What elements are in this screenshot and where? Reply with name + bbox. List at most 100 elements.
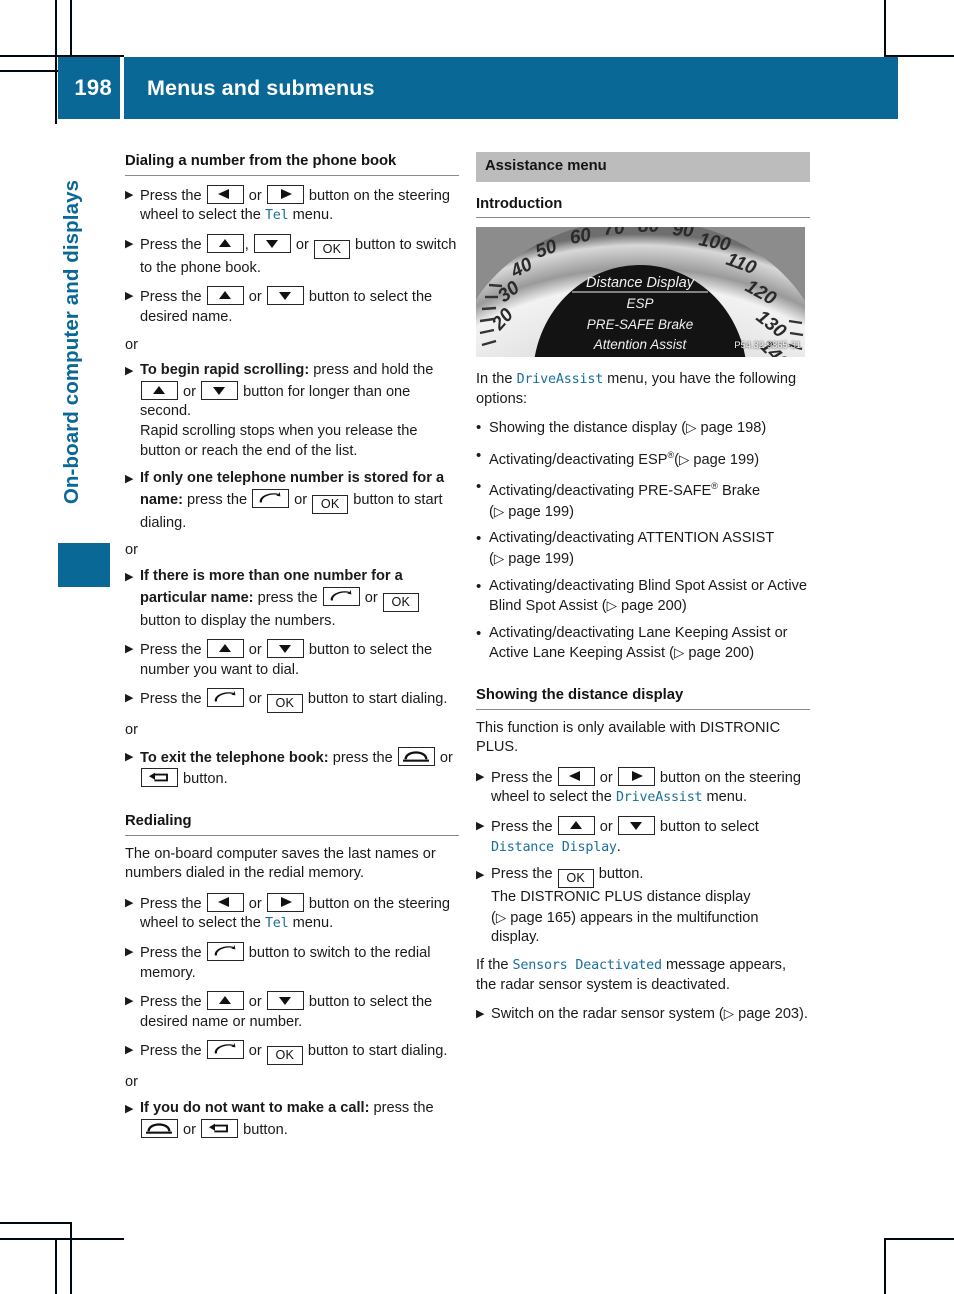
page-reference: (▷ page 199) <box>674 451 760 468</box>
instruction-step: ▶ Press the or OK button to start dialing… <box>125 688 459 714</box>
step-marker-icon: ▶ <box>125 946 134 959</box>
step-marker-icon: ▶ <box>125 1103 134 1115</box>
step-marker-icon: ▶ <box>125 1044 134 1057</box>
instruction-step: ▶ Press the , or OK button to switch to t… <box>125 233 459 279</box>
list-item-text: Activating/deactivating Lane Keeping Ass… <box>489 624 788 662</box>
steps-dialing: ▶ Press the or button on the steering whe… <box>125 184 459 328</box>
step-marker-icon: ▶ <box>476 820 485 832</box>
emphasis-text: If only one telephone number is stored f… <box>140 470 445 508</box>
display-text: DriveAssist <box>516 372 604 388</box>
bullet-icon: • <box>476 478 482 496</box>
step-text: Switch on the radar sensor system (▷ pag… <box>491 1006 808 1023</box>
section-heading-dialing: Dialing a number from the phone book <box>125 152 459 176</box>
step-text: Press the button to switch to the redial… <box>140 942 459 983</box>
distance-display-intro: This function is only available with DIS… <box>476 719 781 756</box>
step-marker-icon: ▶ <box>476 770 485 783</box>
step-marker-icon: ▶ <box>125 570 134 583</box>
bullet-icon: • <box>476 530 482 548</box>
crop-mark-top-left-v <box>55 0 57 124</box>
step-text: Press the or button to select Distance D… <box>491 816 810 857</box>
instruction-step: ▶ Press the or OK button to start dialing… <box>125 1040 459 1066</box>
instruction-step: ▶ Press the or button to select the numbe… <box>125 639 459 680</box>
list-item-text: Activating/deactivating ATTENTION ASSIST… <box>489 530 774 568</box>
step-no-call: ▶ If you do not want to make a call: pres… <box>125 1099 459 1140</box>
page-number: 198 <box>58 57 120 119</box>
phone-handset-icon <box>206 688 244 708</box>
step-text: To exit the telephone book: press the or… <box>140 746 459 790</box>
figure-instrument-cluster-menu: 20 30 40 50 60 70 80 90 100 110 120 130 … <box>476 227 805 358</box>
step-text: Press the OK button. The DISTRONIC PLUS d… <box>491 865 810 948</box>
svg-text:80: 80 <box>638 227 660 237</box>
bullet-icon: • <box>476 446 482 464</box>
up-arrow-key-icon <box>141 380 178 400</box>
assistance-options-list: • Showing the distance display (▷ page 19… <box>476 418 810 664</box>
up-arrow-key-icon <box>206 233 244 253</box>
instruction-step: ▶ Press the or button on the steering whe… <box>125 892 459 934</box>
down-arrow-key-icon <box>201 380 239 400</box>
page-reference: (▷ page 200) <box>669 645 755 662</box>
bullet-icon: • <box>476 419 482 437</box>
down-arrow-key-icon <box>266 639 304 659</box>
crop-mark-bottom-right-h <box>884 1238 954 1240</box>
instruction-step: ▶ If only one telephone number is stored … <box>125 469 459 533</box>
ok-key-icon: OK <box>312 494 349 514</box>
bullet-icon: • <box>476 624 482 642</box>
crop-mark-bottom-left-v <box>55 1238 57 1294</box>
section-heading-redialing: Redialing <box>125 812 459 836</box>
emphasis-text: To exit the telephone book: <box>140 749 329 766</box>
page-reference: (▷ page 199) <box>489 551 574 568</box>
step-text: To begin rapid scrolling: press and hold… <box>140 361 459 461</box>
down-arrow-key-icon <box>253 233 291 253</box>
step-marker-icon: ▶ <box>125 995 134 1008</box>
list-item: • Activating/deactivating PRE-SAFE® Brake… <box>476 477 810 522</box>
up-arrow-key-icon <box>206 991 244 1011</box>
phone-hangup-icon <box>397 746 435 766</box>
up-arrow-key-icon <box>206 286 244 306</box>
emphasis-text: To begin rapid scrolling: <box>140 362 310 379</box>
step-text: If only one telephone number is stored f… <box>140 470 445 531</box>
right-arrow-key-icon <box>266 892 304 912</box>
crop-mark-bottom-left-h <box>0 1222 70 1224</box>
step-switch-on-radar: ▶ Switch on the radar sensor system (▷ pa… <box>476 1004 810 1025</box>
or-separator-1: or <box>125 336 138 353</box>
left-arrow-key-icon <box>206 892 244 912</box>
svg-text:70: 70 <box>603 227 626 240</box>
step-text: Press the or button to select the desire… <box>140 991 459 1032</box>
instruction-step: ▶ To begin rapid scrolling: press and hol… <box>125 361 459 461</box>
step-marker-icon: ▶ <box>125 188 134 201</box>
display-text: Tel <box>264 208 289 224</box>
crop-mark-bottom-left-v2 <box>70 1222 72 1294</box>
step-text: Press the or OK button to start dialing. <box>140 688 459 714</box>
instruction-step: ▶ Press the or button on the steering whe… <box>125 184 459 226</box>
list-item-text: Activating/deactivating ESP®(▷ page 199) <box>489 449 760 468</box>
section-heading-introduction: Introduction <box>476 195 810 219</box>
instruction-step: ▶ Press the or button to select the desir… <box>125 991 459 1032</box>
step-text: Press the or button on the steering whee… <box>140 892 459 934</box>
up-arrow-key-icon <box>206 639 244 659</box>
down-arrow-key-icon <box>266 286 304 306</box>
step-marker-icon: ▶ <box>125 643 134 656</box>
instruction-step: ▶ Press the button to switch to the redia… <box>125 942 459 983</box>
back-arrow-icon <box>201 1118 239 1138</box>
phone-hangup-icon <box>141 1118 178 1138</box>
bullet-icon: • <box>476 577 482 595</box>
step-text: Press the or button to select the desire… <box>140 286 459 327</box>
list-item: • Activating/deactivating Blind Spot Assi… <box>476 577 810 617</box>
ok-key-icon: OK <box>313 239 350 259</box>
phone-handset-icon <box>322 586 360 606</box>
instruction-step: ▶ Press the or button on the steering whe… <box>476 766 810 808</box>
step-exit-book: ▶ To exit the telephone book: press the o… <box>125 746 459 790</box>
step-start-dialing: ▶ Press the or OK button to start dialing… <box>125 688 459 714</box>
instruction-step: ▶ Press the or button to select Distance … <box>476 816 810 857</box>
display-text: DriveAssist <box>615 790 703 806</box>
back-arrow-icon <box>141 768 178 788</box>
display-text: Distance Display <box>491 839 617 855</box>
crop-mark-top-right-v <box>884 0 886 57</box>
section-heading-distance-display: Showing the distance display <box>476 686 810 710</box>
step-text: Press the or button on the steering whee… <box>140 184 459 226</box>
display-text: Sensors Deactivated <box>512 957 663 973</box>
intro-lead-paragraph: In the DriveAssist menu, you have the fo… <box>476 370 810 409</box>
display-text: Tel <box>264 916 289 932</box>
instruction-step: ▶ If you do not want to make a call: pres… <box>125 1099 459 1140</box>
step-text: If there is more than one number for a p… <box>140 567 459 631</box>
